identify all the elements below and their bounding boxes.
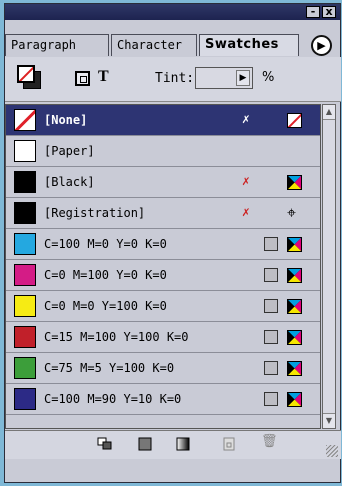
- swatch-name: C=0 M=100 Y=0 K=0: [44, 268, 167, 282]
- swatch-row[interactable]: C=0 M=0 Y=100 K=0: [6, 291, 320, 322]
- swatch-name: C=75 M=5 Y=100 K=0: [44, 361, 175, 375]
- swatch-color-chip: [14, 295, 36, 317]
- swatch-list: [None] ✗ [Paper] [Black] ✗ [Registration] ✗ ⌖ C=…: [5, 104, 321, 429]
- swatch-name: C=15 M=100 Y=100 K=0: [44, 330, 189, 344]
- tab-swatches[interactable]: Swatches: [199, 34, 299, 56]
- container-formatting-icon[interactable]: [75, 71, 90, 86]
- swatch-name: [Paper]: [44, 144, 95, 158]
- panel-tabs: Paragraph Character Swatches: [5, 34, 342, 56]
- non-editable-icon: ✗: [242, 112, 250, 127]
- swatch-list-scrollbar[interactable]: ▲ ▼: [322, 104, 336, 429]
- swatch-name: [None]: [44, 113, 88, 127]
- scroll-up-icon[interactable]: ▲: [323, 105, 335, 120]
- swatch-color-chip: [14, 357, 36, 379]
- panel-menu-button[interactable]: ▶: [311, 35, 332, 56]
- cmyk-mode-icon: [287, 330, 302, 345]
- swatch-row[interactable]: C=75 M=5 Y=100 K=0: [6, 353, 320, 384]
- swatch-row[interactable]: C=100 M=0 Y=0 K=0: [6, 229, 320, 260]
- swatch-name: C=100 M=90 Y=10 K=0: [44, 392, 182, 406]
- text-formatting-icon[interactable]: T: [98, 68, 109, 86]
- process-color-icon: [264, 299, 278, 313]
- swatch-row[interactable]: C=100 M=90 Y=10 K=0: [6, 384, 320, 415]
- trash-icon[interactable]: 🗑: [261, 434, 278, 449]
- tint-slider-arrow-icon[interactable]: ▶: [236, 70, 250, 86]
- swatch-row[interactable]: C=15 M=100 Y=100 K=0: [6, 322, 320, 353]
- swatch-color-chip: [14, 264, 36, 286]
- fill-swatch-icon[interactable]: [17, 65, 35, 83]
- non-editable-icon: ✗: [242, 205, 250, 220]
- fill-stroke-icon[interactable]: [17, 65, 41, 89]
- none-mode-icon: [287, 113, 302, 128]
- resize-grip-icon[interactable]: [326, 445, 338, 457]
- cmyk-mode-icon: [287, 392, 302, 407]
- process-color-icon: [264, 361, 278, 375]
- swatch-name: C=100 M=0 Y=0 K=0: [44, 237, 167, 251]
- show-color-swatches-icon[interactable]: [137, 437, 153, 451]
- panel-titlebar[interactable]: - x: [5, 4, 340, 20]
- swatch-toolbar: T Tint: ▶ %: [5, 57, 341, 102]
- process-color-icon: [264, 268, 278, 282]
- swatch-color-chip: [14, 326, 36, 348]
- minimize-button[interactable]: -: [306, 6, 320, 18]
- cmyk-mode-icon: [287, 268, 302, 283]
- tint-input[interactable]: ▶: [195, 67, 253, 89]
- swatch-color-chip: [14, 202, 36, 224]
- swatch-row[interactable]: C=0 M=100 Y=0 K=0: [6, 260, 320, 291]
- registration-mode-icon: ⌖: [287, 203, 297, 222]
- cmyk-mode-icon: [287, 175, 302, 190]
- process-color-icon: [264, 237, 278, 251]
- swatch-name: [Black]: [44, 175, 95, 189]
- swatch-color-chip: [14, 388, 36, 410]
- tab-character[interactable]: Character: [111, 34, 197, 56]
- cmyk-mode-icon: [287, 299, 302, 314]
- process-color-icon: [264, 330, 278, 344]
- swatch-color-chip: [14, 140, 36, 162]
- swatch-row[interactable]: [Paper]: [6, 136, 320, 167]
- swatch-name: C=0 M=0 Y=100 K=0: [44, 299, 167, 313]
- non-editable-icon: ✗: [242, 174, 250, 189]
- cmyk-mode-icon: [287, 237, 302, 252]
- cmyk-mode-icon: [287, 361, 302, 376]
- swatch-color-chip: [14, 109, 36, 131]
- tab-paragraph[interactable]: Paragraph: [5, 34, 109, 56]
- swatch-row[interactable]: [Registration] ✗ ⌖: [6, 198, 320, 229]
- show-all-swatches-icon[interactable]: [97, 437, 113, 451]
- swatch-color-chip: [14, 171, 36, 193]
- swatch-row[interactable]: [Black] ✗: [6, 167, 320, 198]
- tint-unit: %: [262, 70, 275, 85]
- show-gradient-swatches-icon[interactable]: [175, 437, 191, 451]
- tint-label: Tint:: [155, 71, 195, 86]
- swatch-color-chip: [14, 233, 36, 255]
- scroll-down-icon[interactable]: ▼: [323, 413, 335, 428]
- swatch-name: [Registration]: [44, 206, 146, 220]
- close-button[interactable]: x: [322, 6, 336, 18]
- panel-bottom-bar: 🗑: [5, 430, 341, 459]
- swatch-row[interactable]: [None] ✗: [6, 105, 320, 136]
- new-swatch-icon[interactable]: [221, 437, 237, 451]
- process-color-icon: [264, 392, 278, 406]
